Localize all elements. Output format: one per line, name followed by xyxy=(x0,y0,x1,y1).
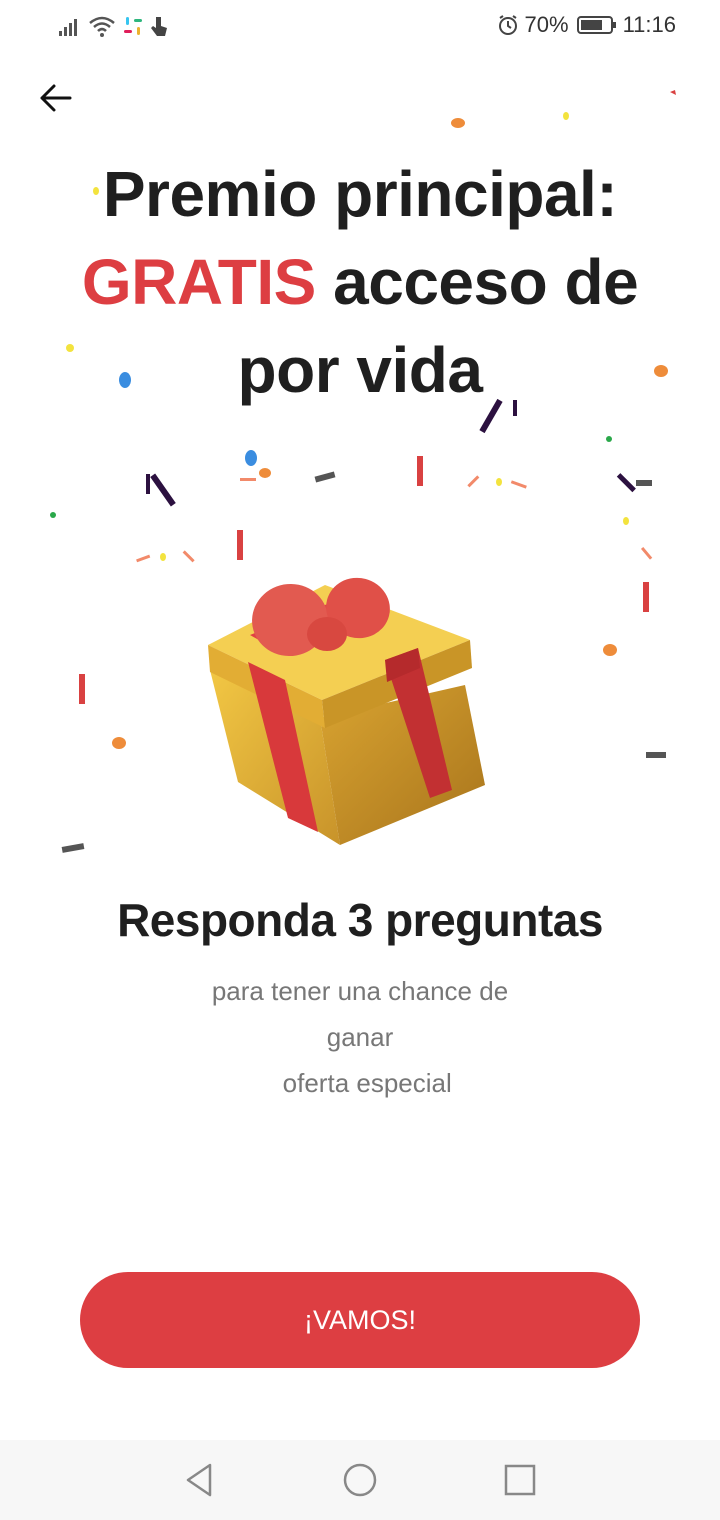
status-right: 70% 11:16 xyxy=(497,12,676,38)
signal-icon xyxy=(59,19,77,36)
headline-accent: GRATIS xyxy=(81,246,317,318)
back-triangle-icon xyxy=(186,1463,212,1497)
slack-icon xyxy=(124,17,142,35)
wifi-icon xyxy=(89,16,115,37)
description: para tener una chance de ganar oferta es… xyxy=(80,968,640,1106)
nav-recents-button[interactable] xyxy=(500,1460,540,1500)
recents-square-icon xyxy=(504,1464,536,1496)
status-bar: 70% 11:16 xyxy=(0,0,720,56)
back-button[interactable] xyxy=(34,78,78,118)
system-nav-bar xyxy=(0,1440,720,1520)
headline-line-2: GRATIS acceso de xyxy=(40,238,680,326)
nav-back-button[interactable] xyxy=(180,1460,220,1500)
vamos-button[interactable]: ¡VAMOS! xyxy=(80,1272,640,1368)
headline: Premio principal: GRATIS acceso de por v… xyxy=(40,150,680,414)
status-left-icons xyxy=(58,14,168,38)
home-circle-icon xyxy=(343,1463,377,1497)
headline-line-3: por vida xyxy=(237,334,483,406)
nav-home-button[interactable] xyxy=(340,1460,380,1500)
status-time: 11:16 xyxy=(622,12,676,37)
gift-box-illustration xyxy=(208,577,485,845)
description-line-2: ganar xyxy=(326,1022,394,1052)
arrow-left-icon xyxy=(40,84,72,112)
description-line-3: oferta especial xyxy=(268,1068,452,1098)
headline-line-2-rest: acceso de xyxy=(315,246,639,318)
battery-percent: 70% xyxy=(524,12,569,37)
battery-icon xyxy=(576,16,616,34)
headline-line-1: Premio principal: xyxy=(102,158,618,230)
touch-icon xyxy=(151,17,167,36)
alarm-icon xyxy=(498,15,517,35)
subhead: Responda 3 preguntas xyxy=(117,894,603,946)
description-line-1: para tener una chance de xyxy=(211,976,509,1006)
